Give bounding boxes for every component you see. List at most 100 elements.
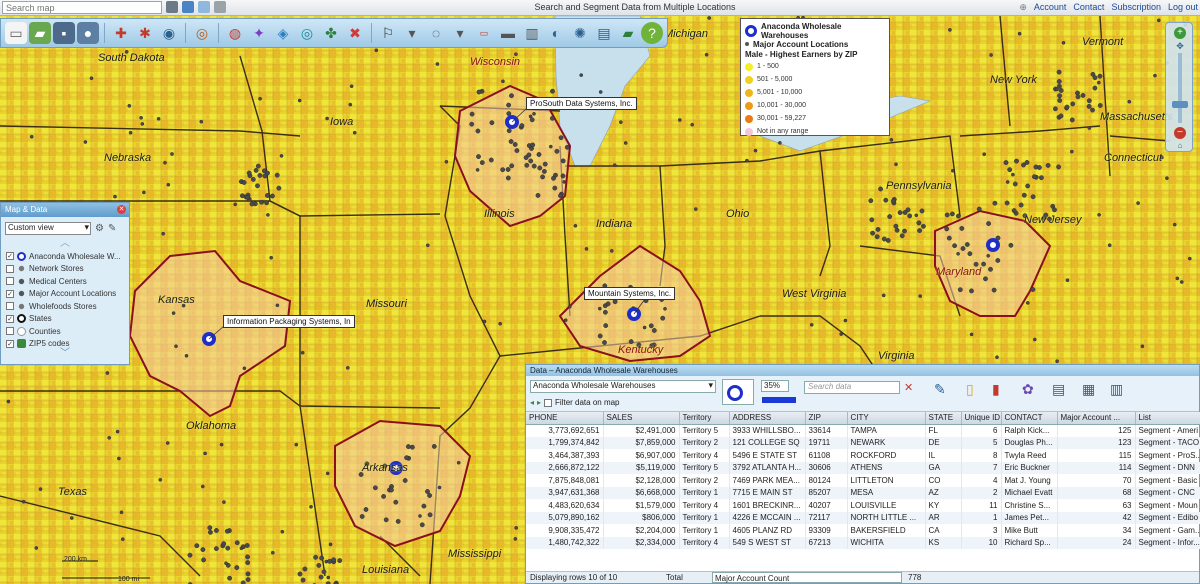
table-row[interactable]: 2,666,872,122 $5,119,000 Territory 5 3792 A… (526, 461, 1200, 474)
puzzle-icon[interactable]: ✤ (320, 22, 342, 44)
target-icon[interactable]: ◎ (296, 22, 318, 44)
zoom-slider-thumb[interactable] (1172, 101, 1188, 108)
clear-search-icon[interactable]: ✕ (904, 381, 924, 401)
layer-item[interactable]: Medical Centers (1, 275, 129, 288)
layer-item[interactable]: Wholefoods Stores (1, 300, 129, 313)
export-table-icon[interactable]: ▦ (1082, 381, 1102, 401)
gear-icon[interactable] (214, 1, 226, 13)
search-data-input[interactable]: Search data (804, 381, 900, 394)
tools-icon[interactable]: ✎ (108, 223, 116, 234)
save-icon[interactable]: ▪ (53, 22, 75, 44)
new-file-icon[interactable]: ▭ (5, 22, 27, 44)
ruler-icon[interactable]: ▬ (497, 22, 519, 44)
column-header[interactable]: Major Account ... (1057, 412, 1136, 425)
checkbox[interactable] (6, 327, 14, 336)
open-folder-icon[interactable]: ▰ (29, 22, 51, 44)
subscription-link[interactable]: Subscription (1111, 2, 1161, 13)
export-icon[interactable]: ▰ (617, 22, 639, 44)
table-row[interactable]: 1,799,374,842 $7,859,000 Territory 2 121 CO… (526, 436, 1200, 449)
print-icon[interactable]: ▥ (521, 22, 543, 44)
table-row[interactable]: 7,875,848,081 $2,128,000 Territory 2 7469 P… (526, 474, 1200, 487)
circle-tool-icon[interactable]: ◎ (191, 22, 213, 44)
route-icon[interactable]: ⚐ (377, 22, 399, 44)
contact-link[interactable]: Contact (1073, 2, 1104, 13)
back-icon[interactable]: ◂ (530, 398, 534, 407)
people-icon[interactable]: ✿ (1022, 381, 1042, 401)
logout-link[interactable]: Log out (1168, 2, 1198, 13)
layer-item[interactable]: ✓ Anaconda Wholesale W... (1, 250, 129, 263)
cloud-icon[interactable] (198, 1, 210, 13)
checkbox[interactable] (6, 264, 14, 273)
search-map-input[interactable] (2, 1, 162, 14)
table-row[interactable]: 3,773,692,651 $2,491,000 Territory 5 3933 W… (526, 424, 1200, 437)
heatmap-icon[interactable]: ◍ (224, 22, 246, 44)
table-row[interactable]: 4,483,620,634 $1,579,000 Territory 4 1601 B… (526, 499, 1200, 512)
layer-item[interactable]: Counties (1, 325, 129, 338)
close-icon[interactable]: ✕ (117, 205, 126, 214)
delete-icon[interactable]: ✖ (344, 22, 366, 44)
globe-layer-icon[interactable]: ◉ (158, 22, 180, 44)
layer-item[interactable]: ✓ States (1, 313, 129, 326)
label-abc-icon[interactable]: ▭ (473, 22, 495, 44)
column-header[interactable]: Unique ID (961, 412, 1002, 425)
lasso-icon[interactable]: ▾ (449, 22, 471, 44)
table-row[interactable]: 1,480,742,322 $2,334,000 Territory 4 549 S … (526, 536, 1200, 549)
column-header[interactable]: STATE (925, 412, 962, 425)
layer-item[interactable]: Network Stores (1, 263, 129, 276)
import-icon[interactable]: ▮ (992, 381, 1012, 401)
callout-mountain[interactable]: Mountain Systems, Inc. (584, 287, 676, 300)
settings-icon[interactable]: ✺ (569, 22, 591, 44)
zoom-out-icon[interactable]: − (1174, 127, 1186, 139)
wrench-icon[interactable]: ✎ (934, 381, 954, 401)
checkbox[interactable]: ✓ (6, 289, 14, 298)
checkbox[interactable]: ✓ (6, 252, 14, 261)
measure-icon[interactable]: ▾ (401, 22, 423, 44)
forward-icon[interactable]: ▸ (537, 398, 541, 407)
zoom-in-icon[interactable]: + (1174, 27, 1186, 39)
zoom-region-icon[interactable]: ◌ (425, 22, 447, 44)
checkbox[interactable] (6, 302, 14, 311)
checkbox[interactable]: ✓ (6, 314, 14, 323)
column-header[interactable]: SALES (603, 412, 680, 425)
filter-checkbox[interactable] (544, 398, 553, 407)
checkbox[interactable]: ✓ (6, 339, 14, 348)
share-users-icon[interactable]: ● (77, 22, 99, 44)
add-pin-icon[interactable]: ✚ (110, 22, 132, 44)
checkbox[interactable] (6, 277, 14, 286)
column-header[interactable]: PHONE (526, 412, 604, 425)
binoculars-icon[interactable] (182, 1, 194, 13)
callout-prosouth[interactable]: ProSouth Data Systems, Inc. (526, 97, 637, 110)
view-select[interactable]: Custom view (5, 222, 91, 235)
scroll-down-icon[interactable]: ﹀ (1, 349, 129, 360)
cluster-icon[interactable]: ✦ (248, 22, 270, 44)
table-icon[interactable]: ▤ (593, 22, 615, 44)
account-link[interactable]: Account (1034, 2, 1067, 13)
columns-icon[interactable]: ▥ (1110, 381, 1130, 401)
warehouse-marker-maryland[interactable] (986, 238, 1000, 252)
new-record-icon[interactable]: ▯ (966, 381, 986, 401)
column-header[interactable]: ADDRESS (729, 412, 806, 425)
help-icon[interactable]: ? (641, 22, 663, 44)
column-header[interactable]: ZIP (805, 412, 848, 425)
scroll-up-icon[interactable]: ︿ (1, 239, 129, 250)
pin-icon[interactable] (166, 1, 178, 13)
layer-style-button[interactable] (722, 379, 754, 405)
copy-icon[interactable]: ▤ (1052, 381, 1072, 401)
color-swatch[interactable] (762, 397, 796, 403)
territory-icon[interactable]: ◈ (272, 22, 294, 44)
callout-information-packaging[interactable]: Information Packaging Systems, In (223, 315, 355, 328)
home-icon[interactable]: ⌂ (1174, 141, 1186, 150)
data-layers-icon[interactable]: ✱ (134, 22, 156, 44)
opacity-field[interactable]: 35% (761, 380, 789, 392)
zoom-slider-track[interactable] (1178, 53, 1182, 123)
total-field-select[interactable]: Major Account Count (712, 572, 902, 583)
table-row[interactable]: 3,947,631,368 $6,668,000 Territory 1 7715 E… (526, 486, 1200, 499)
layer-select[interactable]: Anaconda Wholesale Warehouses (530, 380, 716, 393)
table-row[interactable]: 3,464,387,393 $6,907,000 Territory 4 5496 E… (526, 449, 1200, 462)
column-header[interactable]: Territory (679, 412, 730, 425)
table-row[interactable]: 5,079,890,162 $806,000 Territory 1 4226 E M… (526, 511, 1200, 524)
pan-icon[interactable]: ✥ (1174, 41, 1186, 51)
layer-item[interactable]: ✓ Major Account Locations (1, 288, 129, 301)
gear-icon[interactable]: ⚙ (95, 223, 104, 234)
table-row[interactable]: 9,908,335,472 $2,204,000 Territory 1 4605 P… (526, 524, 1200, 537)
